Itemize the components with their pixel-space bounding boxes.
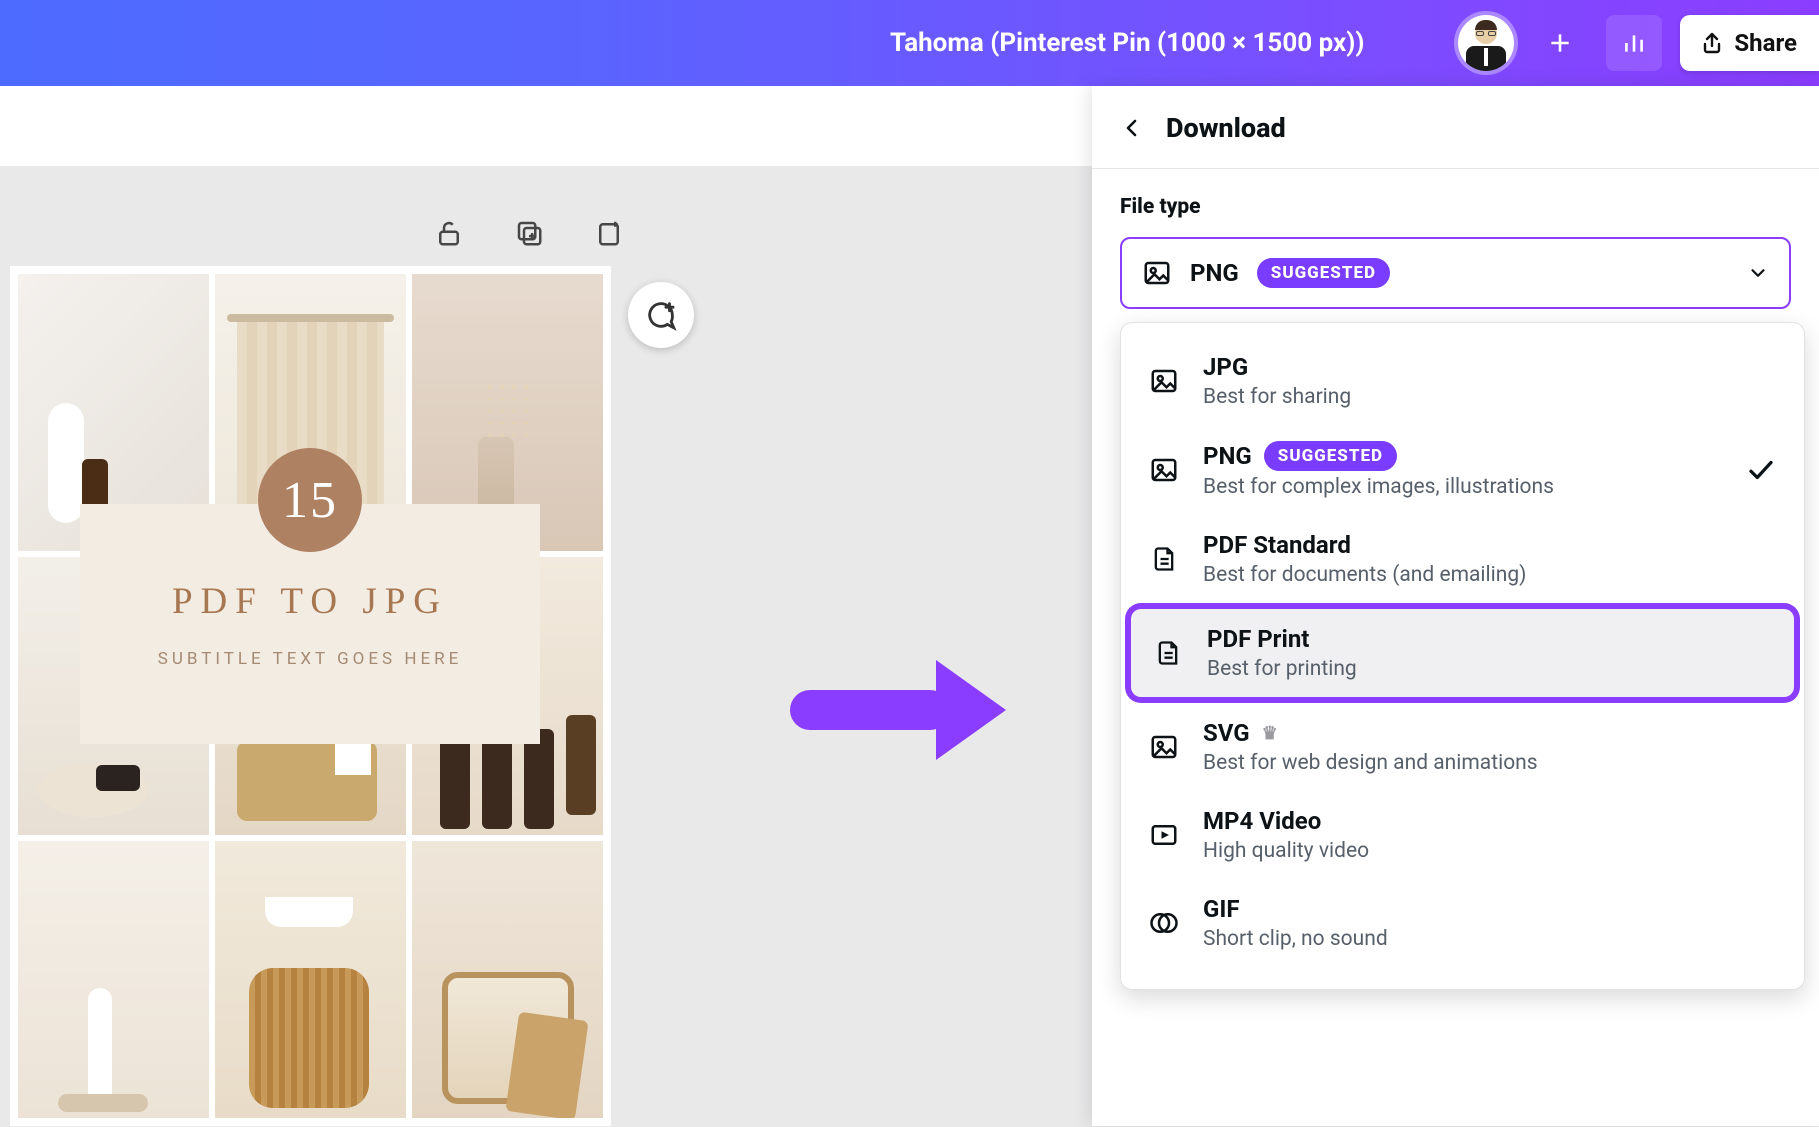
share-button[interactable]: Share bbox=[1680, 15, 1819, 71]
download-panel-body: File type PNG SUGGESTED JPG Best for sha… bbox=[1092, 168, 1819, 1126]
option-desc: Short clip, no sound bbox=[1203, 927, 1388, 951]
chevron-down-icon bbox=[1747, 262, 1769, 284]
option-desc: Best for documents (and emailing) bbox=[1203, 563, 1526, 587]
bar-chart-icon bbox=[1621, 30, 1647, 56]
design-title: PDF TO JPG bbox=[172, 580, 448, 623]
option-desc: Best for sharing bbox=[1203, 385, 1351, 409]
title-card: 15 PDF TO JPG SUBTITLE TEXT GOES HERE bbox=[80, 504, 540, 744]
insights-button[interactable] bbox=[1606, 15, 1662, 71]
image-icon bbox=[1149, 366, 1179, 396]
gif-icon bbox=[1149, 908, 1179, 938]
design-canvas[interactable]: 15 PDF TO JPG SUBTITLE TEXT GOES HERE bbox=[10, 266, 611, 1126]
collage-tile bbox=[18, 841, 209, 1118]
file-type-select[interactable]: PNG SUGGESTED bbox=[1120, 237, 1791, 309]
collage-tile bbox=[215, 841, 406, 1118]
add-member-button[interactable] bbox=[1532, 15, 1588, 71]
video-icon bbox=[1149, 820, 1179, 850]
add-page-button[interactable] bbox=[592, 216, 626, 250]
suggested-badge: SUGGESTED bbox=[1264, 441, 1397, 471]
add-comment-button[interactable] bbox=[628, 282, 694, 348]
avatar[interactable] bbox=[1458, 15, 1514, 71]
suggested-badge: SUGGESTED bbox=[1257, 258, 1390, 288]
file-type-option-svg[interactable]: SVG ♛ Best for web design and animations bbox=[1127, 703, 1798, 791]
file-type-option-png[interactable]: PNG SUGGESTED Best for complex images, i… bbox=[1127, 425, 1798, 515]
duplicate-icon bbox=[514, 218, 544, 248]
document-title[interactable]: Tahoma (Pinterest Pin (1000 × 1500 px)) bbox=[890, 28, 1365, 58]
download-panel: Download File type PNG SUGGESTED JPG Bes… bbox=[1092, 86, 1819, 1126]
file-type-option-mp4[interactable]: MP4 Video High quality video bbox=[1127, 791, 1798, 879]
option-desc: Best for printing bbox=[1207, 657, 1357, 681]
document-icon bbox=[1154, 638, 1182, 668]
back-icon[interactable] bbox=[1120, 116, 1144, 140]
premium-crown-icon: ♛ bbox=[1262, 723, 1278, 744]
option-desc: High quality video bbox=[1203, 839, 1369, 863]
option-desc: Best for web design and animations bbox=[1203, 751, 1538, 775]
collage-tile bbox=[412, 841, 603, 1118]
file-type-label: File type bbox=[1120, 195, 1791, 219]
check-icon bbox=[1746, 455, 1776, 485]
design-subtitle: SUBTITLE TEXT GOES HERE bbox=[158, 649, 463, 669]
file-type-option-pdf-print[interactable]: PDF Print Best for printing bbox=[1131, 609, 1794, 697]
unlock-icon bbox=[434, 218, 464, 248]
image-icon bbox=[1142, 258, 1172, 288]
document-icon bbox=[1150, 544, 1178, 574]
option-name: PNG SUGGESTED bbox=[1203, 441, 1554, 471]
badge-number: 15 bbox=[258, 448, 362, 552]
option-name: GIF bbox=[1203, 895, 1388, 923]
duplicate-page-button[interactable] bbox=[512, 216, 546, 250]
share-label: Share bbox=[1734, 29, 1797, 57]
add-page-icon bbox=[594, 218, 624, 248]
topbar-right-group: Share bbox=[1458, 15, 1819, 71]
file-type-dropdown: JPG Best for sharing PNG SUGGESTED Best … bbox=[1120, 322, 1805, 990]
option-name: SVG ♛ bbox=[1203, 719, 1538, 747]
file-type-selected-name: PNG bbox=[1190, 259, 1239, 287]
collage-grid: 15 PDF TO JPG SUBTITLE TEXT GOES HERE bbox=[18, 274, 603, 1118]
speech-bubble-plus-icon bbox=[644, 298, 678, 332]
option-desc: Best for complex images, illustrations bbox=[1203, 475, 1554, 499]
image-icon bbox=[1149, 732, 1179, 762]
option-name: MP4 Video bbox=[1203, 807, 1369, 835]
image-icon bbox=[1149, 455, 1179, 485]
top-app-bar: Tahoma (Pinterest Pin (1000 × 1500 px)) … bbox=[0, 0, 1819, 86]
file-type-option-jpg[interactable]: JPG Best for sharing bbox=[1127, 337, 1798, 425]
file-type-option-pdf-standard[interactable]: PDF Standard Best for documents (and ema… bbox=[1127, 515, 1798, 603]
download-panel-title: Download bbox=[1166, 112, 1286, 144]
upload-icon bbox=[1700, 31, 1724, 55]
option-name: JPG bbox=[1203, 353, 1351, 381]
option-name: PDF Standard bbox=[1203, 531, 1526, 559]
plus-icon bbox=[1547, 30, 1573, 56]
option-name: PDF Print bbox=[1207, 625, 1357, 653]
canvas-mini-toolbar bbox=[432, 216, 626, 250]
download-panel-header: Download bbox=[1092, 86, 1819, 168]
file-type-option-gif[interactable]: GIF Short clip, no sound bbox=[1127, 879, 1798, 967]
annotation-arrow bbox=[790, 660, 1006, 760]
lock-toggle[interactable] bbox=[432, 216, 466, 250]
